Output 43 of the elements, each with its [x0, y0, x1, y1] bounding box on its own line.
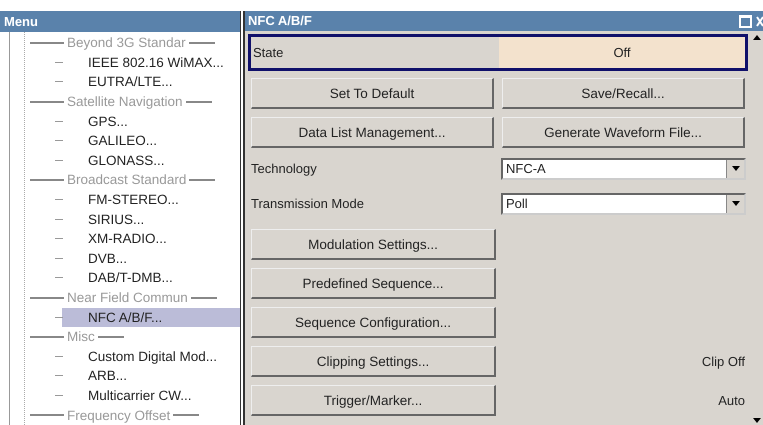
group-heading: Misc: [66, 329, 95, 344]
menu-item[interactable]: Multicarrier CW...: [88, 386, 192, 405]
dialog-button[interactable]: Data List Management...: [251, 117, 494, 148]
group-heading: Beyond 3G Standar: [66, 35, 186, 50]
dialog-button[interactable]: Predefined Sequence...: [251, 268, 496, 299]
dialog-button[interactable]: Save/Recall...: [502, 78, 745, 109]
menu-item[interactable]: SIRIUS...: [88, 210, 144, 229]
dialog-button[interactable]: Modulation Settings...: [251, 229, 496, 260]
dropdown-arrow-icon[interactable]: [732, 166, 740, 171]
dialog-button[interactable]: Sequence Configuration...: [251, 307, 496, 338]
dropdown[interactable]: Poll: [501, 192, 746, 214]
menu-item[interactable]: GLONASS...: [88, 150, 165, 170]
field-label: Transmission Mode: [251, 196, 365, 211]
status-text: Clip Off: [700, 354, 746, 369]
field-label: Technology: [251, 161, 318, 176]
dropdown[interactable]: NFC-A: [501, 158, 746, 180]
dialog-button[interactable]: Clipping Settings...: [251, 346, 496, 377]
menu-item[interactable]: FM-STEREO...: [88, 190, 179, 210]
menu-item[interactable]: GPS...: [88, 112, 128, 131]
menu-item[interactable]: XM-RADIO...: [88, 229, 167, 248]
menu-item[interactable]: EUTRA/LTE...: [88, 72, 173, 92]
menu-item[interactable]: Custom Digital Mod...: [88, 346, 218, 366]
dialog-button[interactable]: Trigger/Marker...: [251, 385, 496, 416]
menu-item[interactable]: IEEE 802.16 WiMAX...: [88, 52, 224, 72]
dialog-button[interactable]: Set To Default: [251, 78, 494, 109]
dialog-title: NFC A/B/F: [248, 12, 313, 30]
scroll-down-icon[interactable]: [753, 417, 761, 425]
group-heading: Frequency Offset: [66, 408, 170, 423]
maximize-icon[interactable]: [739, 14, 752, 28]
group-heading: Broadcast Standard: [66, 172, 186, 188]
menu-item[interactable]: ARB...: [88, 366, 128, 386]
dialog-button[interactable]: Generate Waveform File...: [502, 117, 745, 148]
status-text: Auto: [717, 393, 746, 408]
group-heading: Near Field Commun: [66, 290, 188, 306]
group-heading: Satellite Navigation: [66, 94, 183, 110]
menu-item[interactable]: NFC A/B/F...: [62, 308, 240, 327]
menu-item[interactable]: DVB...: [88, 248, 128, 268]
dropdown-arrow-icon[interactable]: [732, 201, 740, 206]
close-icon[interactable]: [756, 14, 763, 28]
menu-item[interactable]: GALILEO...: [88, 131, 158, 150]
panel-title: Menu: [0, 11, 240, 32]
menu-item[interactable]: DAB/T-DMB...: [88, 268, 173, 288]
state-toggle[interactable]: State Off: [248, 34, 748, 71]
